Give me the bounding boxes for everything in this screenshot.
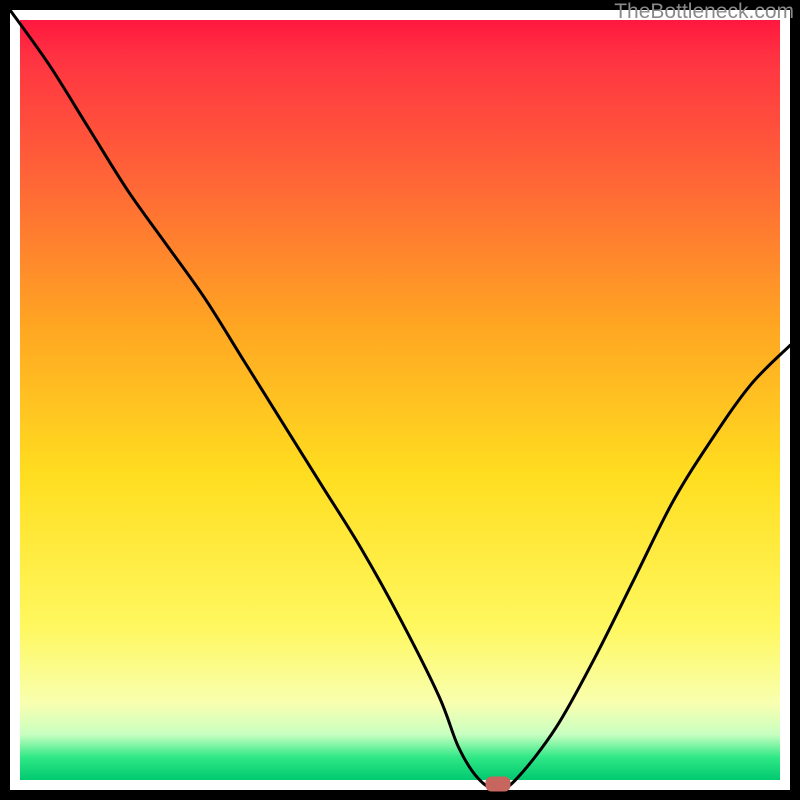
watermark-text: TheBottleneck.com bbox=[614, 0, 794, 24]
gradient-background bbox=[20, 20, 780, 780]
optimum-marker bbox=[485, 777, 510, 792]
plot-frame bbox=[0, 0, 800, 800]
chart-container: { "watermark": "TheBottleneck.com", "cha… bbox=[0, 0, 800, 800]
